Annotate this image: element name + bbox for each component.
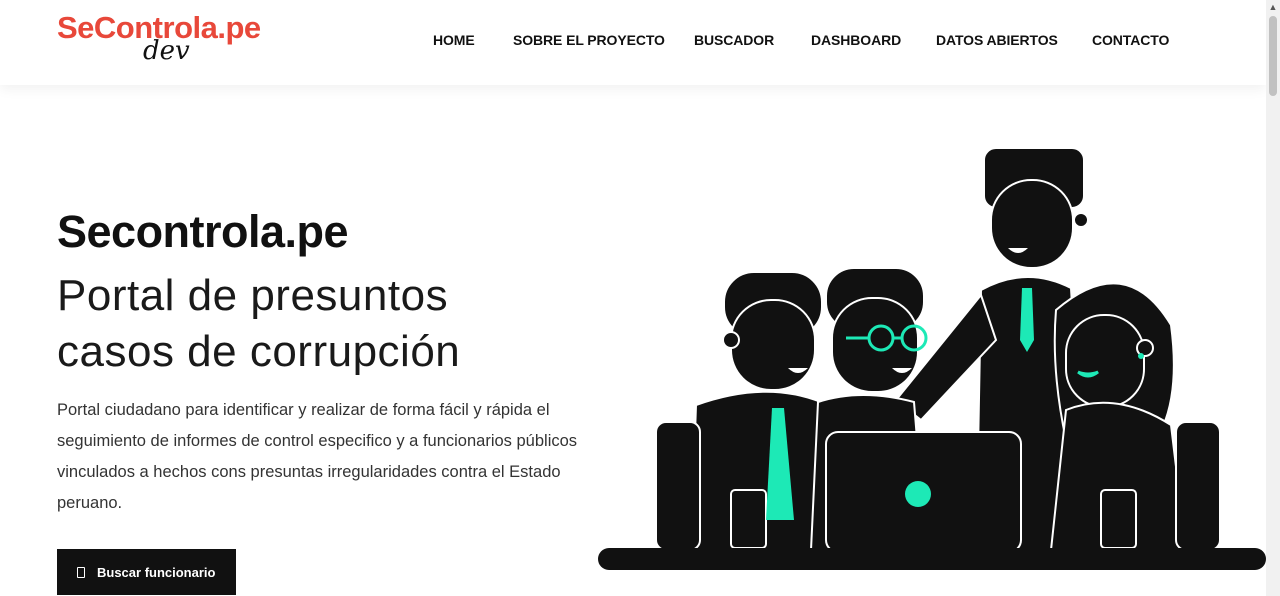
hero-title: Secontrola.pe [57,206,349,257]
woman-earring [1138,353,1144,359]
woman-face [1065,314,1145,408]
hero-subtitle: Portal de presuntos casos de corrupción [57,268,577,380]
laptop-logo [905,481,931,507]
site-header: SeControla.pe dev HOME SOBRE EL PROYECTO… [0,0,1266,85]
woman-lips [1077,370,1099,378]
standing-man-tie [1020,288,1034,352]
phone-icon [77,566,85,578]
right-chair [1175,421,1221,551]
nav-item-datos-abiertos[interactable]: DATOS ABIERTOS [936,32,1058,48]
left-man-ear [722,331,740,349]
team-at-laptop-illustration [598,147,1266,570]
left-chair [655,421,701,551]
hero-subtitle-line-1: Portal de presuntos [57,271,449,320]
left-cup [730,489,767,549]
standing-man-face [990,179,1074,269]
nav-item-sobre-el-proyecto[interactable]: SOBRE EL PROYECTO [513,32,665,48]
buscar-funcionario-label: Buscar funcionario [97,564,216,580]
nav-item-dashboard[interactable]: DASHBOARD [811,32,901,48]
scroll-up-icon[interactable]: ▲ [1266,0,1280,14]
nav-item-home[interactable]: HOME [433,32,475,48]
right-cup [1100,489,1137,549]
logo-badge: dev [143,36,190,66]
page-scrollbar[interactable]: ▲ [1266,0,1280,596]
logo[interactable]: SeControla.pe dev [57,10,287,70]
hero-subtitle-line-2: casos de corrupción [57,327,461,376]
standing-man-ear [1073,212,1089,228]
hero-description: Portal ciudadano para identificar y real… [57,401,578,512]
table [598,548,1266,570]
nav-item-contacto[interactable]: CONTACTO [1092,32,1169,48]
scroll-thumb[interactable] [1269,16,1277,96]
nav-item-buscador[interactable]: BUSCADOR [694,32,774,48]
left-man-face [730,299,816,391]
buscar-funcionario-button[interactable]: Buscar funcionario [57,549,236,595]
